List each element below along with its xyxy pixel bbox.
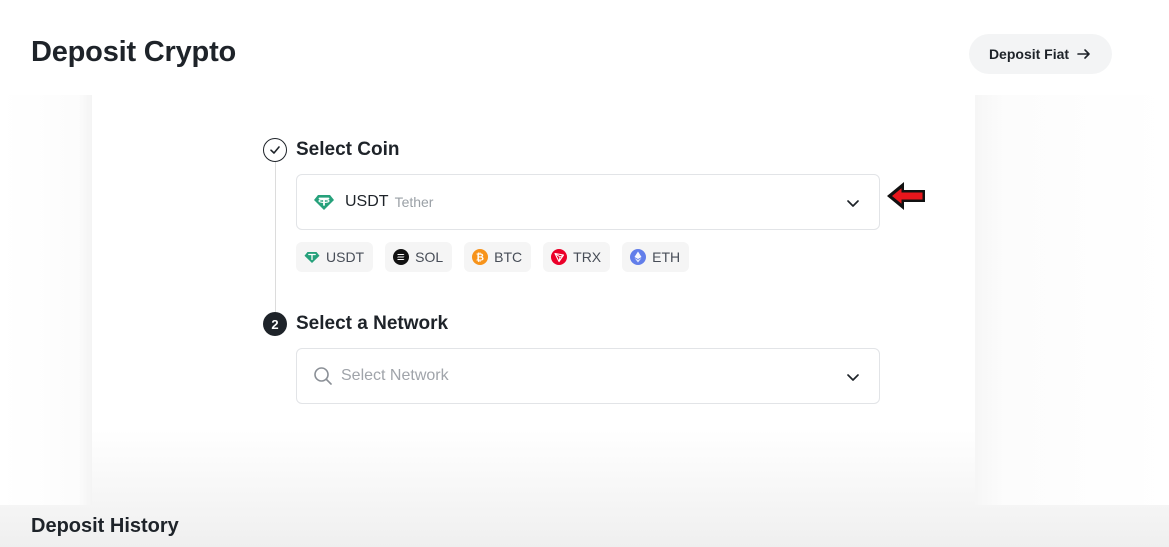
step1-title: Select Coin xyxy=(296,139,400,160)
selected-coin-name: Tether xyxy=(394,194,434,210)
quick-coin-btc[interactable]: ₿ BTC xyxy=(464,242,532,272)
quick-coin-label: TRX xyxy=(573,249,602,265)
deposit-history-title: Deposit History xyxy=(31,515,179,537)
quick-coin-label: ETH xyxy=(652,249,681,265)
arrow-right-icon xyxy=(1077,49,1090,59)
step1-check-badge xyxy=(263,138,287,162)
sol-icon xyxy=(393,249,410,265)
quick-coin-label: BTC xyxy=(494,249,523,265)
chevron-down-icon xyxy=(847,200,859,207)
network-select-dropdown[interactable]: Select Network xyxy=(296,348,880,404)
svg-text:₿: ₿ xyxy=(476,252,484,264)
step2-number-badge: 2 xyxy=(263,312,287,336)
deposit-fiat-button[interactable]: Deposit Fiat xyxy=(969,34,1112,74)
step2-title: Select a Network xyxy=(296,313,449,334)
quick-coin-sol[interactable]: SOL xyxy=(385,242,453,272)
right-shade xyxy=(975,95,1169,505)
red-pointer-arrow-icon xyxy=(887,182,925,210)
deposit-fiat-label: Deposit Fiat xyxy=(988,46,1070,62)
quick-coin-usdt[interactable]: USDT xyxy=(296,242,374,272)
left-shade xyxy=(0,95,92,505)
quick-coin-label: SOL xyxy=(415,249,444,265)
usdt-icon xyxy=(314,195,334,210)
eth-icon xyxy=(630,249,647,265)
network-placeholder: Select Network xyxy=(341,367,449,384)
check-icon xyxy=(270,146,280,154)
trx-icon xyxy=(551,249,568,265)
usdt-icon xyxy=(304,252,320,263)
btc-icon: ₿ xyxy=(472,249,489,265)
page-title: Deposit Crypto xyxy=(31,36,237,68)
coin-select-dropdown[interactable]: USDT Tether xyxy=(296,174,880,230)
quick-coin-list: USDT SOL ₿ BTC TRX ETH xyxy=(296,242,690,272)
step-connector-line xyxy=(275,162,276,312)
selected-coin-symbol: USDT xyxy=(345,193,389,210)
quick-coin-trx[interactable]: TRX xyxy=(543,242,611,272)
quick-coin-eth[interactable]: ETH xyxy=(622,242,690,272)
chevron-down-icon xyxy=(847,374,859,381)
quick-coin-label: USDT xyxy=(326,249,365,265)
search-icon xyxy=(314,367,332,385)
